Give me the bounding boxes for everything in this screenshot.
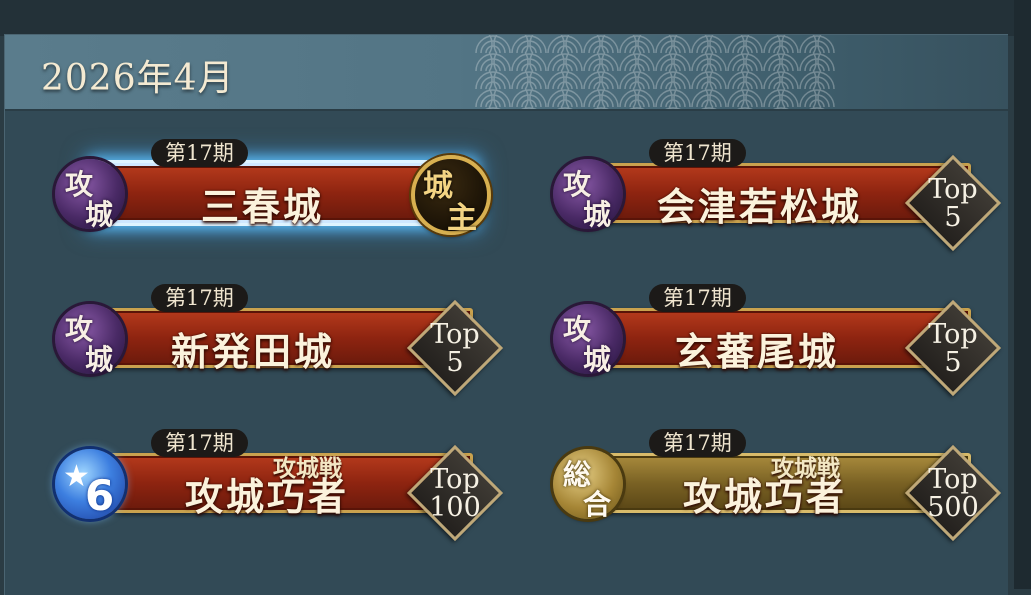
siege-emblem-icon: 攻 城 [553,304,623,376]
badge-name: 新発田城 [171,329,336,374]
badge-period: 第17期 [649,284,746,312]
badge-period: 第17期 [151,139,248,167]
title-badge-mitsuharu[interactable]: 攻 城 第17期 三春城 城 主 [55,135,505,251]
rank-diamond-icon: Top 5 [904,299,1002,397]
badge-name: 会津若松城 [657,184,863,229]
overall-emblem-icon: 総 合 [553,449,623,521]
badge-period: 第17期 [649,139,746,167]
title-badge-aizuwakamatsu[interactable]: 攻 城 第17期 会津若松城 Top 5 [553,135,1003,252]
badge-period: 第17期 [649,429,746,457]
title-list-panel: 2026年4月 攻 城 第17期 三春城 城 主 攻 城 第17期 会津若松城 … [4,34,1008,595]
month-title: 2026年4月 [41,58,235,99]
badge-period: 第17期 [151,429,248,457]
title-badge-genbao[interactable]: 攻 城 第17期 玄蕃尾城 Top 5 [553,280,1003,397]
title-badge-siege-expert-overall[interactable]: 総 合 第17期 攻城戦 攻城巧者 Top 500 [553,425,1003,542]
siege-emblem-icon: 攻 城 [55,159,125,231]
rank-diamond-icon: Top 5 [904,154,1002,252]
badge-period: 第17期 [151,284,248,312]
badge-name: 玄蕃尾城 [675,329,840,374]
scrollbar-track[interactable] [1014,0,1031,589]
rank-diamond-icon: Top 5 [406,299,504,397]
badge-name: 攻城巧者 [683,474,848,519]
badge-name: 攻城巧者 [185,474,350,519]
title-badge-shibata[interactable]: 攻 城 第17期 新発田城 Top 5 [55,280,505,397]
badge-name: 三春城 [201,184,325,229]
rank-diamond-icon: Top 100 [406,444,504,542]
month-header: 2026年4月 [5,35,1008,111]
top-strip [0,0,1031,36]
siege-emblem-icon: 攻 城 [553,159,623,231]
star-rank-icon: ★ 6 [55,449,125,520]
rank-diamond-icon: Top 500 [904,444,1002,542]
castle-lord-icon: 城 主 [411,155,491,236]
title-badge-siege-expert-star6[interactable]: ★ 6 第17期 攻城戦 攻城巧者 Top 100 [55,425,505,542]
wave-pattern [475,35,835,109]
siege-emblem-icon: 攻 城 [55,304,125,376]
